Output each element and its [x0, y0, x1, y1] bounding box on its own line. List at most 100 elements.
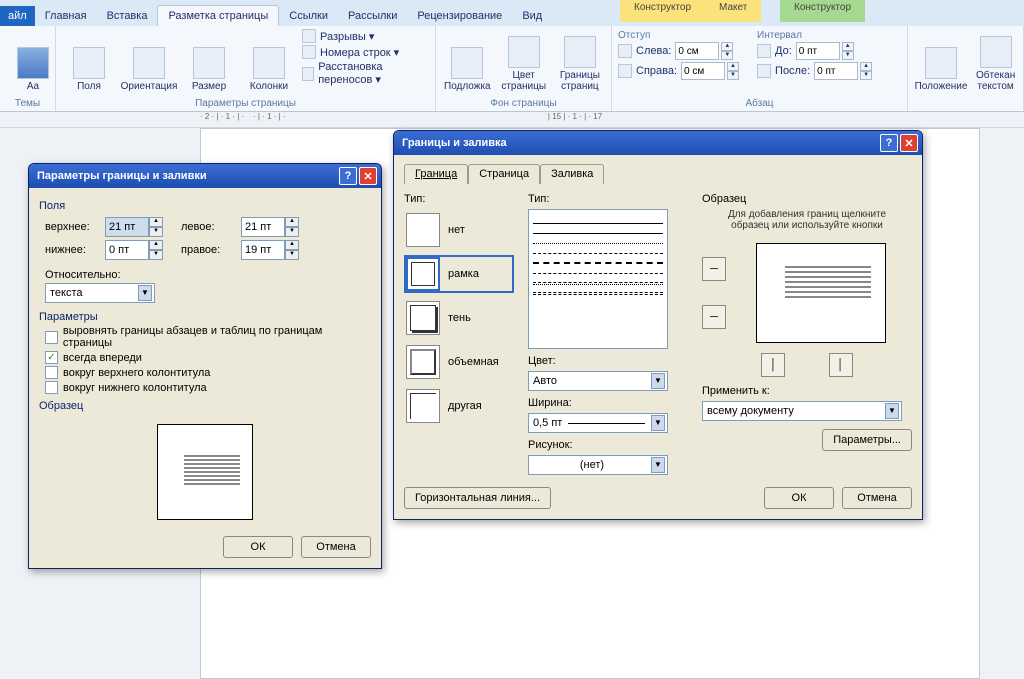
themes-button[interactable]: Aa — [6, 28, 60, 94]
cancel-button[interactable]: Отмена — [301, 536, 371, 558]
spacing-after-input[interactable] — [814, 62, 858, 80]
borders-dialog-titlebar[interactable]: Границы и заливка ? ✕ — [394, 131, 922, 155]
wrap-icon — [980, 36, 1012, 68]
tab-page[interactable]: Страница — [468, 164, 540, 184]
edge-right-button[interactable]: │ — [829, 353, 853, 377]
check-align[interactable]: выровнять границы абзацев и таблиц по гр… — [45, 325, 371, 349]
spacing-after-icon — [757, 64, 771, 78]
tab-file[interactable]: айл — [0, 6, 35, 26]
tab-table-layout[interactable]: Макет — [705, 0, 761, 22]
help-button[interactable]: ? — [880, 134, 898, 152]
cancel-button[interactable]: Отмена — [842, 487, 912, 509]
orientation-button[interactable]: Ориентация — [122, 28, 176, 94]
position-button[interactable]: Положение — [914, 28, 968, 94]
relative-select[interactable]: текста▼ — [45, 283, 155, 303]
spin-up[interactable]: ▲ — [149, 217, 163, 227]
hyphenation-button[interactable]: Расстановка переносов ▾ — [302, 60, 429, 87]
type-shadow[interactable]: тень — [404, 299, 514, 337]
sample-label: Образец — [702, 193, 912, 205]
spacing-heading: Интервал — [757, 30, 872, 41]
horizontal-line-button[interactable]: Горизонтальная линия... — [404, 487, 551, 509]
ok-button[interactable]: ОК — [764, 487, 834, 509]
page-color-icon — [508, 36, 540, 68]
tab-mailings[interactable]: Рассылки — [338, 6, 407, 26]
check-around-header[interactable]: вокруг верхнего колонтитула — [45, 366, 371, 379]
left-input[interactable] — [241, 217, 285, 237]
tab-border[interactable]: Граница — [404, 164, 468, 184]
check-around-footer[interactable]: вокруг нижнего колонтитула — [45, 381, 371, 394]
shadow-icon — [406, 301, 440, 335]
columns-button[interactable]: Колонки — [242, 28, 296, 94]
spin-up[interactable]: ▲ — [860, 62, 872, 71]
tab-references[interactable]: Ссылки — [279, 6, 338, 26]
spin-down[interactable]: ▼ — [285, 250, 299, 260]
close-button[interactable]: ✕ — [900, 134, 918, 152]
size-button[interactable]: Размер — [182, 28, 236, 94]
top-input[interactable] — [105, 217, 149, 237]
columns-icon — [253, 47, 285, 79]
tab-insert[interactable]: Вставка — [97, 6, 158, 26]
watermark-button[interactable]: Подложка — [442, 28, 493, 94]
spin-down[interactable]: ▼ — [285, 227, 299, 237]
spin-down[interactable]: ▼ — [149, 250, 163, 260]
group-themes-label: Темы — [6, 96, 49, 109]
color-select[interactable]: Авто▼ — [528, 371, 668, 391]
indent-right-input[interactable] — [681, 62, 725, 80]
apply-select[interactable]: всему документу▼ — [702, 401, 902, 421]
tab-view[interactable]: Вид — [512, 6, 552, 26]
spin-down[interactable]: ▼ — [721, 51, 733, 60]
type-custom[interactable]: другая — [404, 387, 514, 425]
edge-left-button[interactable]: │ — [761, 353, 785, 377]
page-borders-button[interactable]: Границы страниц — [555, 28, 605, 94]
options-dialog-titlebar[interactable]: Параметры границы и заливки ? ✕ — [29, 164, 381, 188]
options-button[interactable]: Параметры... — [822, 429, 912, 451]
margins-button[interactable]: Поля — [62, 28, 116, 94]
art-select[interactable]: (нет)▼ — [528, 455, 668, 475]
hyphenation-icon — [302, 67, 314, 81]
spin-up[interactable]: ▲ — [285, 217, 299, 227]
edge-bottom-button[interactable]: ─ — [702, 305, 726, 329]
spin-down[interactable]: ▼ — [860, 71, 872, 80]
ok-button[interactable]: ОК — [223, 536, 293, 558]
edge-top-button[interactable]: ─ — [702, 257, 726, 281]
tab-table-design[interactable]: Конструктор — [620, 0, 705, 22]
type-3d[interactable]: объемная — [404, 343, 514, 381]
spin-up[interactable]: ▲ — [285, 240, 299, 250]
type-box[interactable]: рамка — [404, 255, 514, 293]
bottom-input[interactable] — [105, 240, 149, 260]
none-icon — [406, 213, 440, 247]
box-icon — [406, 257, 440, 291]
check-always-front[interactable]: ✓всегда впереди — [45, 351, 371, 364]
spin-down[interactable]: ▼ — [727, 71, 739, 80]
spin-up[interactable]: ▲ — [842, 42, 854, 51]
tab-header-design[interactable]: Конструктор — [780, 0, 865, 22]
width-select[interactable]: 0,5 пт▼ — [528, 413, 668, 433]
line-style-list[interactable] — [528, 209, 668, 349]
tab-fill[interactable]: Заливка — [540, 164, 604, 184]
indent-left-input[interactable] — [675, 42, 719, 60]
tab-page-layout[interactable]: Разметка страницы — [157, 5, 279, 26]
line-type-label: Тип: — [528, 193, 688, 205]
spin-down[interactable]: ▼ — [149, 227, 163, 237]
page-color-button[interactable]: Цвет страницы — [499, 28, 549, 94]
spin-up[interactable]: ▲ — [149, 240, 163, 250]
type-none[interactable]: нет — [404, 211, 514, 249]
breaks-button[interactable]: Разрывы ▾ — [302, 28, 429, 44]
indent-heading: Отступ — [618, 30, 739, 41]
tab-review[interactable]: Рецензирование — [407, 6, 512, 26]
right-input[interactable] — [241, 240, 285, 260]
group-page-bg-label: Фон страницы — [442, 96, 605, 109]
spacing-before-input[interactable] — [796, 42, 840, 60]
wrap-text-button[interactable]: Обтекан текстом — [974, 28, 1017, 94]
spin-up[interactable]: ▲ — [727, 62, 739, 71]
tab-home[interactable]: Главная — [35, 6, 97, 26]
spin-up[interactable]: ▲ — [721, 42, 733, 51]
color-label: Цвет: — [528, 355, 688, 367]
line-numbers-button[interactable]: Номера строк ▾ — [302, 44, 429, 60]
spin-down[interactable]: ▼ — [842, 51, 854, 60]
close-button[interactable]: ✕ — [359, 167, 377, 185]
sample-preview[interactable] — [756, 243, 886, 343]
sample-section-label: Образец — [39, 400, 371, 412]
spacing-before-icon — [757, 44, 771, 58]
help-button[interactable]: ? — [339, 167, 357, 185]
